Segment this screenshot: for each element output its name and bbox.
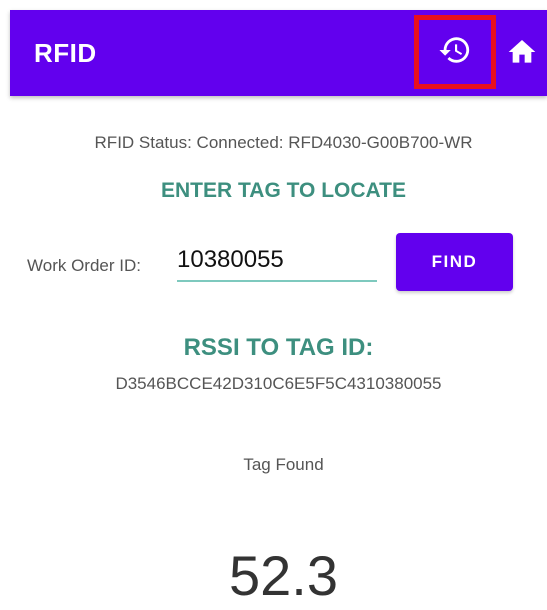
tag-id: D3546BCCE42D310C6E5F5C4310380055	[115, 374, 442, 393]
app-bar: RFID	[10, 10, 547, 96]
rssi-heading: RSSI TO TAG ID:	[183, 334, 374, 361]
find-button[interactable]: FIND	[396, 233, 513, 291]
history-icon	[438, 33, 472, 72]
app-title: RFID	[34, 38, 97, 68]
home-icon	[506, 36, 538, 73]
locate-heading: ENTER TAG TO LOCATE	[161, 179, 406, 202]
rssi-value: 52.3	[229, 544, 338, 607]
home-button[interactable]	[506, 38, 538, 70]
work-order-label: Work Order ID:	[27, 256, 141, 275]
history-button[interactable]	[414, 15, 496, 89]
work-order-input[interactable]	[177, 240, 377, 282]
tag-status: Tag Found	[243, 455, 324, 474]
rfid-status: RFID Status: Connected: RFD4030-G00B700-…	[94, 133, 473, 152]
